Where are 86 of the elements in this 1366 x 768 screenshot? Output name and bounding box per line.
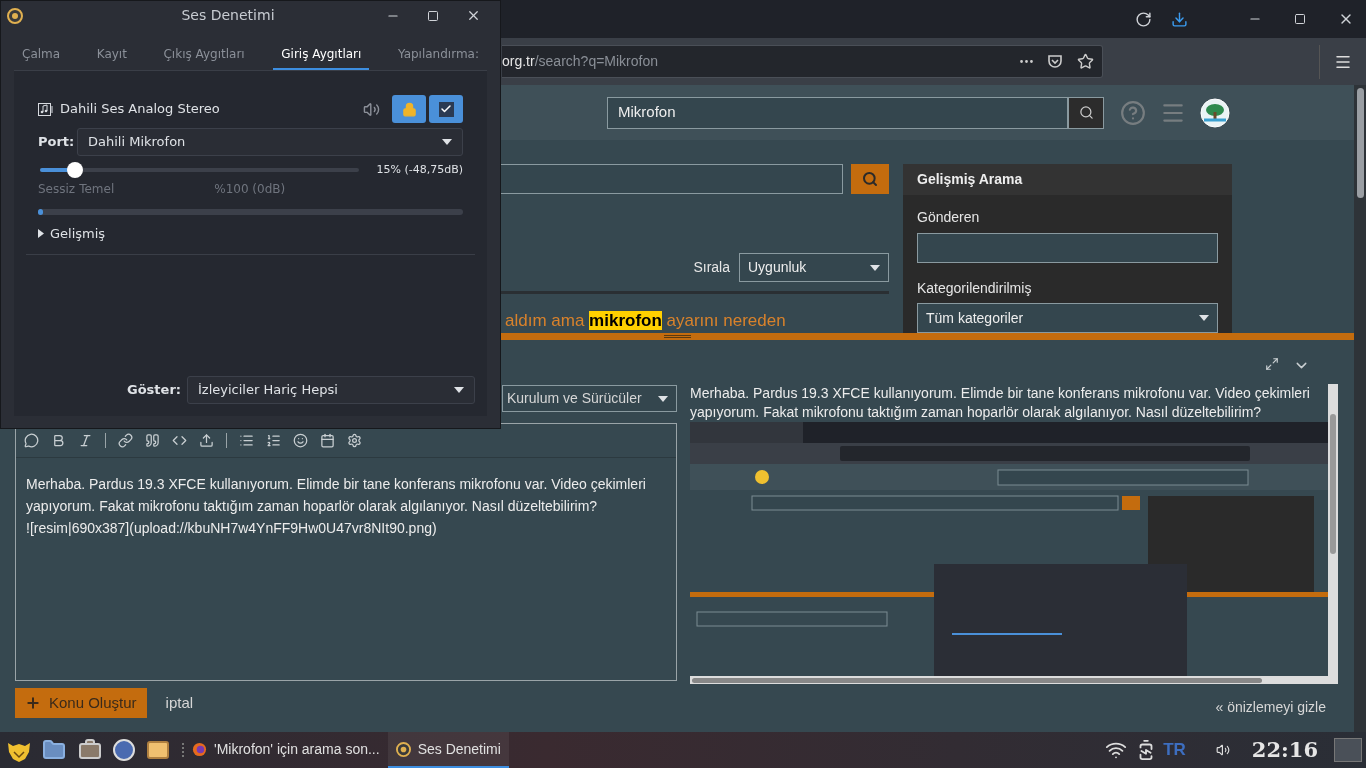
field-label: Gönderen xyxy=(916,208,981,227)
code-icon[interactable] xyxy=(172,433,187,448)
briefcase-icon[interactable] xyxy=(78,738,102,762)
speaker-app-icon xyxy=(7,7,23,24)
expand-icon[interactable] xyxy=(1265,357,1279,371)
search-button[interactable] xyxy=(851,164,889,194)
tab[interactable]: Yapılandırma: xyxy=(389,39,487,70)
sender-field[interactable] xyxy=(917,233,1218,263)
bold-icon[interactable] xyxy=(51,433,66,448)
search-button[interactable] xyxy=(1068,96,1104,129)
tick-label: Sessiz xyxy=(38,180,76,198)
search-field[interactable]: Mikrofon xyxy=(607,96,1068,129)
url-text: org.tr/search?q=Mikrofon xyxy=(502,52,659,71)
close-icon[interactable] xyxy=(466,8,481,23)
download-icon[interactable] xyxy=(1171,10,1188,28)
speaker-icon[interactable] xyxy=(363,100,380,118)
bullet-list-icon[interactable] xyxy=(239,433,254,448)
window-title: Ses Denetimi xyxy=(180,6,276,25)
category-dropdown[interactable]: Kurulum ve Sürücüler xyxy=(502,385,677,412)
folder-icon[interactable] xyxy=(42,738,66,762)
lock-toggle[interactable] xyxy=(392,95,426,123)
dropdown-arrow-icon xyxy=(442,139,452,145)
sort-dropdown[interactable]: Uygunluk xyxy=(739,253,889,282)
show-label: Göster: xyxy=(127,381,181,400)
smiley-icon[interactable] xyxy=(293,433,308,448)
quote-icon[interactable] xyxy=(145,433,160,448)
create-topic-button[interactable]: Konu Oluştur xyxy=(15,688,147,718)
search-field[interactable] xyxy=(500,164,843,194)
maximize-icon[interactable] xyxy=(1294,13,1306,25)
chat-bubble-icon[interactable] xyxy=(24,433,39,448)
taskbar-window-button[interactable]: 'Mikrofon' için arama son... xyxy=(184,732,388,768)
category-dropdown[interactable]: Tüm kategoriler xyxy=(917,303,1218,333)
port-label: Port: xyxy=(38,133,76,152)
speaker-app-icon xyxy=(395,741,411,757)
scrollbar[interactable] xyxy=(1354,85,1366,732)
sound-card-icon xyxy=(38,102,53,116)
bookmark-star-icon[interactable] xyxy=(1077,53,1094,70)
tab[interactable]: Çıkış Aygıtları xyxy=(155,39,253,70)
field-label: Kategorilendirilmiş xyxy=(916,279,1033,298)
tick-label: %100 (0dB) xyxy=(214,180,286,198)
search-icon xyxy=(1078,105,1094,120)
avatar[interactable] xyxy=(1200,97,1230,128)
editor-text[interactable]: Merhaba. Pardus 19.3 XFCE kullanıyorum. Elimde bir tane konferans mikrofonu var. Video çekimleri yapıyorum. Fakat mikrofonu taktığım zaman hoparlör olarak algılanıyor. Nasıl düzeltebilirim? ![resim|690x387](upload://kbuNH7w4YnFF9Hw0U47vr8NIt90.png) xyxy=(16,458,676,539)
scrollbar[interactable] xyxy=(1328,384,1338,684)
plus-icon xyxy=(25,695,41,711)
cancel-link[interactable]: iptal xyxy=(165,691,194,715)
volume-slider[interactable] xyxy=(38,162,360,179)
browser-icon xyxy=(192,741,207,757)
dropdown-arrow-icon xyxy=(454,387,464,393)
tab[interactable]: Çalma xyxy=(14,39,69,70)
tick-label: Temel xyxy=(79,180,115,198)
show-dropdown[interactable]: İzleyiciler Hariç Hepsi xyxy=(187,376,475,404)
address-bar[interactable]: org.tr/search?q=Mikrofon xyxy=(502,45,1103,78)
link-icon[interactable] xyxy=(118,433,133,448)
sort-label: Sırala xyxy=(693,258,730,277)
calendar-icon[interactable] xyxy=(320,433,335,448)
preview-text: Merhaba. Pardus 19.3 XFCE kullanıyorum. Elimde bir tane konferans mikrofonu var. Video çekimleri yapıyorum. Fakat mikrofonu taktığım zaman hoparlör olarak algılanıyor. Nasıl düzeltebilirim? xyxy=(690,384,1311,422)
upload-icon[interactable] xyxy=(199,433,214,448)
dropdown-arrow-icon xyxy=(870,264,880,271)
hide-preview-link[interactable]: « önizlemeyi gizle xyxy=(1215,697,1326,718)
maximize-icon[interactable] xyxy=(427,9,439,22)
port-dropdown[interactable]: Dahili Mikrofon xyxy=(77,128,463,156)
dropdown-arrow-icon xyxy=(1199,315,1209,321)
expand-triangle-icon xyxy=(38,228,44,238)
advanced-expander[interactable]: Gelişmiş xyxy=(38,223,106,243)
grip-icon xyxy=(664,335,691,338)
lock-icon xyxy=(401,101,417,117)
volume-reading: 15% (-48,75dB) xyxy=(376,162,463,178)
numbered-list-icon[interactable] xyxy=(266,433,281,448)
panel-title: Gelişmiş Arama xyxy=(903,164,1232,195)
check-icon xyxy=(438,101,454,117)
result-title[interactable]: aldım ama mikrofon ayarını nereden xyxy=(505,307,889,333)
settings-icon[interactable] xyxy=(347,433,362,448)
italic-icon[interactable] xyxy=(78,433,93,448)
reload-icon[interactable] xyxy=(1135,10,1152,28)
horizontal-scrollbar[interactable] xyxy=(690,676,1328,684)
default-checkbox[interactable] xyxy=(429,95,463,123)
dropdown-arrow-icon xyxy=(658,395,668,402)
slider-thumb[interactable] xyxy=(67,162,84,179)
device-name: Dahili Ses Analog Stereo xyxy=(60,100,220,119)
taskbar-window-button[interactable]: Ses Denetimi xyxy=(387,732,509,768)
pocket-icon[interactable] xyxy=(1047,54,1063,69)
tab[interactable]: Kayıt xyxy=(88,39,135,70)
clock[interactable]: 22:16 xyxy=(1251,734,1318,766)
volume-icon[interactable] xyxy=(1215,743,1230,757)
search-icon xyxy=(862,171,878,187)
